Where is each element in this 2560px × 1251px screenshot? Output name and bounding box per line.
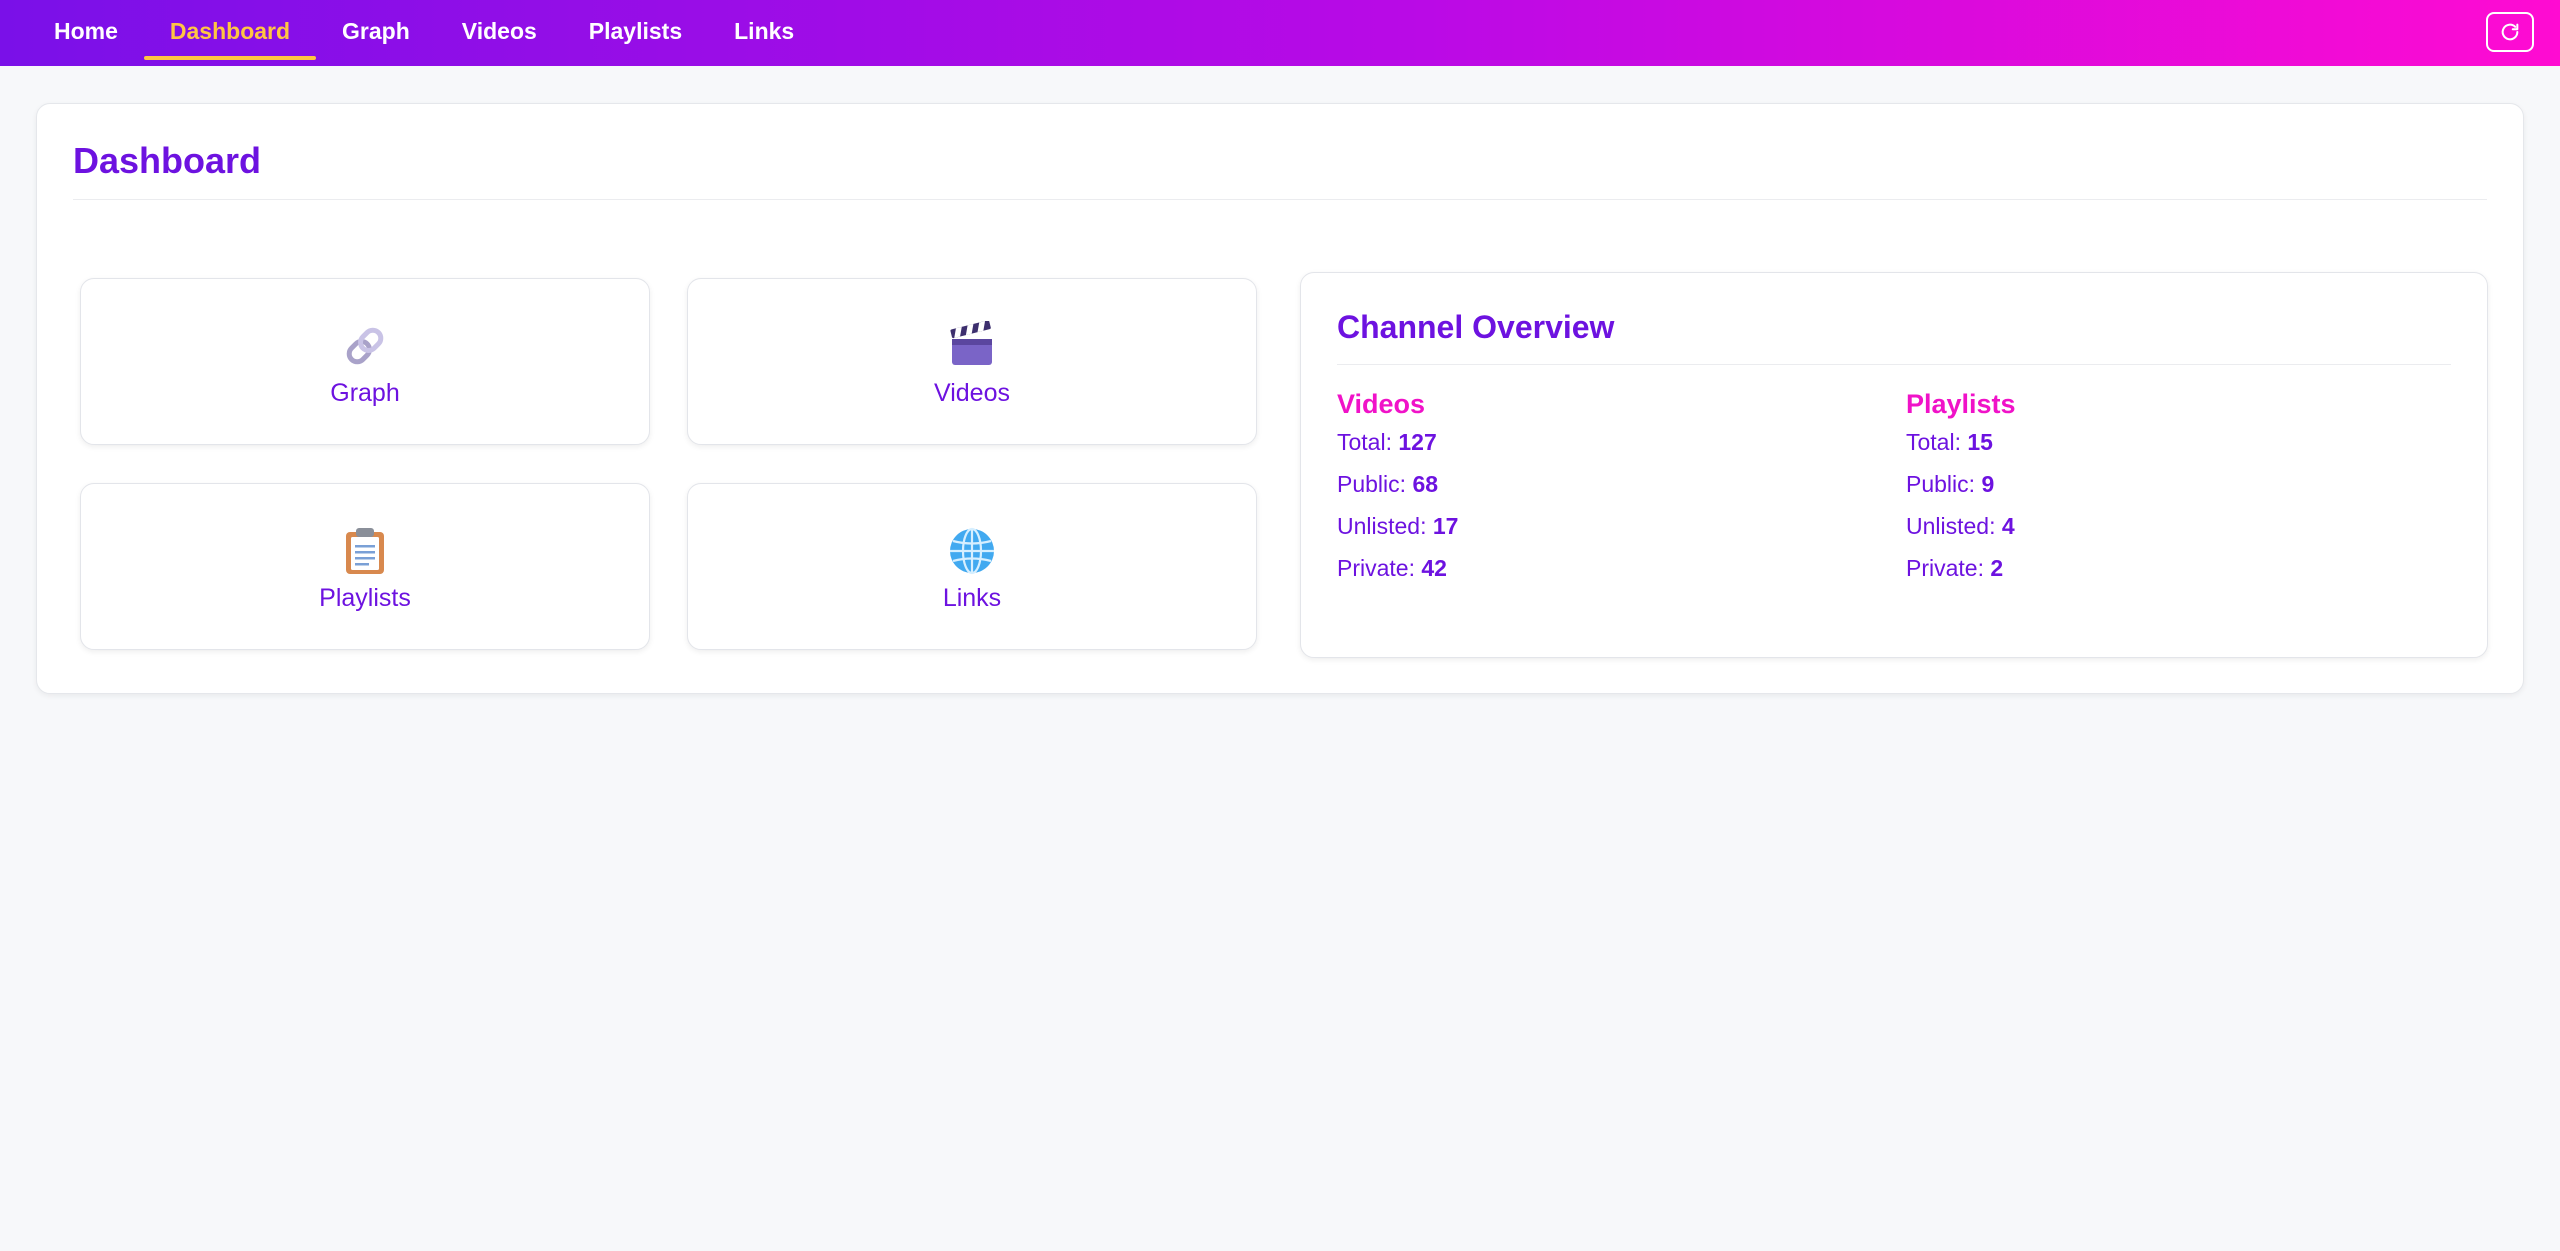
stat-label: Unlisted:	[1337, 513, 1427, 539]
nav-item-home[interactable]: Home	[28, 0, 144, 66]
link-icon	[81, 321, 649, 369]
playlists-stats: Playlists Total: 15 Public: 9 Unlisted: …	[1906, 387, 2406, 589]
nav-item-graph[interactable]: Graph	[316, 0, 436, 66]
graph-tile-label: Graph	[330, 379, 400, 407]
videos-tile[interactable]: Videos	[687, 278, 1257, 445]
stat-value: 15	[1967, 429, 1993, 455]
videos-stats-heading: Videos	[1337, 389, 1426, 419]
refresh-icon	[2501, 23, 2519, 41]
links-tile[interactable]: Links	[687, 483, 1257, 650]
stat-value: 68	[1412, 471, 1439, 497]
stat-label: Private:	[1337, 555, 1415, 581]
stat-value: 2	[1990, 555, 2004, 581]
stat-label: Unlisted:	[1906, 513, 1996, 539]
nav-item-videos[interactable]: Videos	[436, 0, 563, 66]
playlists-private-row: Private: 2	[1906, 547, 2406, 589]
stat-value: 9	[1981, 471, 1995, 497]
dashboard-card: Dashboard Graph Videos Playlists Links C…	[36, 103, 2524, 694]
videos-total-row: Total: 127	[1337, 421, 1837, 463]
playlists-stats-heading: Playlists	[1906, 389, 2016, 419]
playlists-total-row: Total: 15	[1906, 421, 2406, 463]
stat-value: 42	[1421, 555, 1447, 581]
stat-label: Private:	[1906, 555, 1984, 581]
videos-unlisted-row: Unlisted: 17	[1337, 505, 1837, 547]
playlists-tile[interactable]: Playlists	[80, 483, 650, 650]
stat-label: Public:	[1337, 471, 1407, 497]
clapperboard-icon	[688, 321, 1256, 369]
stat-label: Total:	[1337, 429, 1392, 455]
graph-tile[interactable]: Graph	[80, 278, 650, 445]
stat-label: Total:	[1906, 429, 1961, 455]
stat-value: 17	[1432, 513, 1459, 539]
top-navbar: Home Dashboard Graph Videos Playlists Li…	[0, 0, 2560, 66]
channel-overview-title: Channel Overview	[1337, 309, 1615, 345]
videos-stats: Videos Total: 127 Public: 68 Unlisted: 1…	[1337, 387, 1837, 589]
playlists-tile-label: Playlists	[319, 584, 411, 612]
stat-label: Public:	[1906, 471, 1976, 497]
playlists-public-row: Public: 9	[1906, 463, 2406, 505]
globe-icon	[688, 526, 1256, 575]
nav-item-dashboard[interactable]: Dashboard	[143, 0, 317, 66]
links-tile-label: Links	[942, 584, 1002, 612]
nav-items: Home Dashboard Graph Videos Playlists Li…	[28, 0, 820, 66]
videos-public-row: Public: 68	[1337, 463, 1837, 505]
stat-value: 4	[2001, 513, 2015, 539]
nav-item-links[interactable]: Links	[708, 0, 820, 66]
nav-item-playlists[interactable]: Playlists	[563, 0, 708, 66]
stat-value: 127	[1398, 429, 1437, 455]
page-title: Dashboard	[73, 140, 262, 181]
channel-overview-card: Channel Overview Videos Total: 127 Publi…	[1300, 272, 2488, 658]
videos-tile-label: Videos	[934, 379, 1010, 407]
videos-private-row: Private: 42	[1337, 547, 1837, 589]
playlists-unlisted-row: Unlisted: 4	[1906, 505, 2406, 547]
overview-divider	[1337, 364, 2451, 365]
clipboard-icon	[81, 526, 649, 574]
refresh-button[interactable]	[2486, 12, 2534, 52]
title-divider	[73, 199, 2487, 200]
